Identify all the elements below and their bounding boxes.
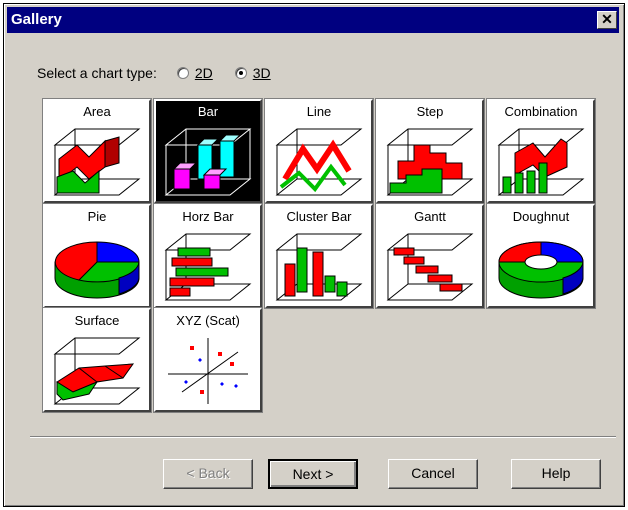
tile-cluster-bar[interactable]: Cluster Bar (264, 203, 374, 309)
tile-xyz-scatter[interactable]: XYZ (Scat) (153, 307, 263, 413)
tile-doughnut-label: Doughnut (512, 209, 570, 224)
doughnut-chart-icon (498, 241, 584, 299)
tile-combination[interactable]: Combination (486, 98, 596, 204)
combination-chart-icon (497, 128, 585, 196)
next-button[interactable]: Next > (268, 459, 358, 489)
tile-combination-label: Combination (504, 104, 578, 119)
tile-xyz-scatter-label: XYZ (Scat) (176, 313, 240, 328)
help-button[interactable]: Help (511, 459, 601, 489)
back-button[interactable]: < Back (163, 459, 253, 489)
horizontal-bar-chart-icon (164, 233, 252, 301)
tile-surface-label: Surface (74, 313, 120, 328)
tile-area[interactable]: Area (42, 98, 152, 204)
window-title: Gallery (11, 11, 62, 28)
tile-gantt[interactable]: Gantt (375, 203, 485, 309)
tile-step[interactable]: Step (375, 98, 485, 204)
tile-bar-label: Bar (197, 104, 219, 119)
tile-step-label: Step (416, 104, 444, 119)
cluster-bar-chart-icon (275, 233, 363, 301)
chart-type-label: Select a chart type: (37, 65, 157, 81)
tile-horz-bar[interactable]: Horz Bar (153, 203, 263, 309)
tile-line[interactable]: Line (264, 98, 374, 204)
tile-surface[interactable]: Surface (42, 307, 152, 413)
surface-chart-icon (53, 337, 141, 405)
radio-2d[interactable] (176, 67, 189, 79)
radio-3d-label[interactable]: 3D (253, 65, 271, 81)
step-chart-icon (386, 128, 474, 196)
tile-gantt-label: Gantt (414, 209, 446, 224)
pie-chart-icon (54, 241, 140, 299)
gantt-chart-icon (386, 233, 474, 301)
area-chart-icon (53, 128, 141, 196)
radio-3d[interactable] (234, 67, 247, 79)
tile-line-label: Line (306, 104, 332, 119)
tile-area-label: Area (83, 104, 111, 119)
tile-horz-bar-label: Horz Bar (182, 209, 234, 224)
close-icon[interactable]: ✕ (597, 11, 617, 29)
separator-line (30, 436, 616, 438)
tile-doughnut[interactable]: Doughnut (486, 203, 596, 309)
tile-bar[interactable]: Bar (153, 98, 263, 204)
tile-pie-label: Pie (87, 209, 107, 224)
scatter-chart-icon (168, 338, 248, 404)
tile-pie[interactable]: Pie (42, 203, 152, 309)
radio-3d-selected-dot (238, 71, 243, 75)
tile-cluster-bar-label: Cluster Bar (286, 209, 352, 224)
chart-type-selector: Select a chart type: 2D 3D (37, 65, 271, 81)
radio-2d-label[interactable]: 2D (195, 65, 213, 81)
line-chart-icon (275, 128, 363, 196)
title-bar: Gallery ✕ (7, 7, 619, 33)
cancel-button[interactable]: Cancel (388, 459, 478, 489)
bar-chart-icon (164, 128, 252, 196)
